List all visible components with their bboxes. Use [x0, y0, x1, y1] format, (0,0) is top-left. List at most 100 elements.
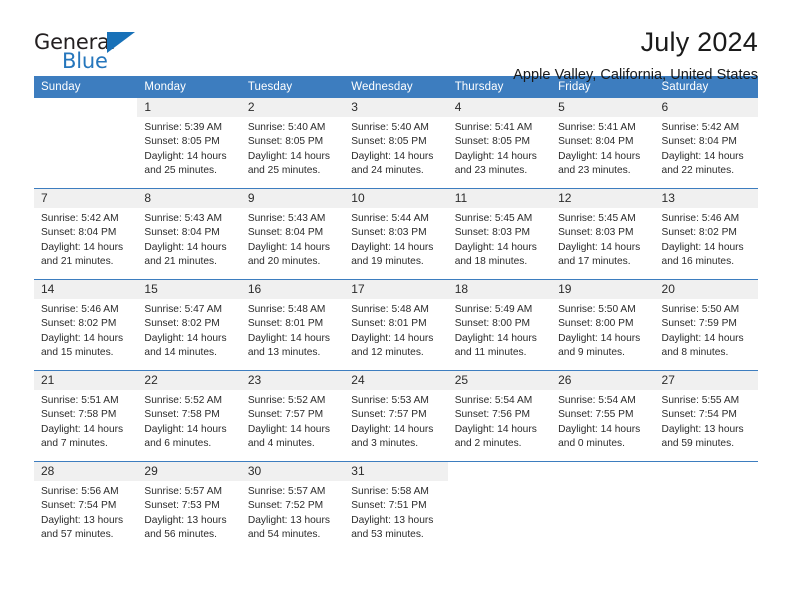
- calendar-day-cell[interactable]: 23 Sunrise: 5:52 AM Sunset: 7:57 PM Dayligh…: [240, 370, 345, 462]
- calendar-day-cell: [447, 461, 552, 552]
- sunset-text: Sunset: 8:01 PM: [247, 318, 324, 330]
- calendar-day-cell[interactable]: 19 Sunrise: 5:50 AM Sunset: 8:00 PM Dayligh…: [551, 279, 655, 371]
- calendar-day-cell[interactable]: 22 Sunrise: 5:52 AM Sunset: 7:58 PM Dayligh…: [137, 370, 241, 462]
- daylight-text: Daylight: 14 hours and 13 minutes.: [247, 332, 330, 359]
- day-cell-content: [551, 462, 654, 552]
- calendar-day-cell[interactable]: 25 Sunrise: 5:54 AM Sunset: 7:56 PM Dayligh…: [447, 370, 552, 462]
- daylight-text: Daylight: 14 hours and 24 minutes.: [351, 150, 434, 177]
- day-sun-info: Sunrise: 5:40 AM Sunset: 8:05 PM Daylight:…: [344, 117, 447, 179]
- calendar-day-cell[interactable]: 27 Sunrise: 5:55 AM Sunset: 7:54 PM Dayligh…: [654, 370, 758, 462]
- title-block: July 2024 Apple Valley, California, Unit…: [513, 27, 758, 83]
- day-cell-content: 24 Sunrise: 5:53 AM Sunset: 7:57 PM Dayligh…: [344, 371, 448, 461]
- calendar-day-cell[interactable]: 2 Sunrise: 5:40 AM Sunset: 8:05 PM Daylight…: [240, 98, 345, 189]
- calendar-day-cell[interactable]: 29 Sunrise: 5:57 AM Sunset: 7:53 PM Dayligh…: [137, 461, 241, 552]
- calendar-day-cell[interactable]: 12 Sunrise: 5:45 AM Sunset: 8:03 PM Dayligh…: [551, 188, 655, 280]
- calendar-body: 1 Sunrise: 5:39 AM Sunset: 8:05 PM Daylight…: [34, 98, 758, 552]
- sunrise-text: Sunrise: 5:45 AM: [558, 213, 636, 224]
- day-number: 13: [654, 189, 758, 208]
- day-number: 14: [34, 280, 138, 299]
- day-number: 22: [137, 371, 241, 390]
- day-cell-content: [655, 462, 758, 552]
- logo-triangle-icon: [107, 32, 135, 53]
- sunrise-text: Sunrise: 5:58 AM: [351, 486, 429, 497]
- daylight-text: Daylight: 14 hours and 16 minutes.: [661, 241, 744, 268]
- sunset-text: Sunset: 7:58 PM: [144, 409, 220, 421]
- calendar-day-cell[interactable]: 24 Sunrise: 5:53 AM Sunset: 7:57 PM Dayligh…: [344, 370, 448, 462]
- daylight-text: Daylight: 14 hours and 6 minutes.: [144, 423, 227, 450]
- calendar-day-cell[interactable]: 17 Sunrise: 5:48 AM Sunset: 8:01 PM Dayligh…: [344, 279, 448, 371]
- calendar-day-cell[interactable]: 31 Sunrise: 5:58 AM Sunset: 7:51 PM Dayligh…: [344, 461, 448, 552]
- sunrise-text: Sunrise: 5:43 AM: [144, 213, 223, 224]
- day-cell-content: 10 Sunrise: 5:44 AM Sunset: 8:03 PM Dayligh…: [344, 189, 448, 279]
- day-number: 17: [344, 280, 448, 299]
- sunrise-text: Sunrise: 5:52 AM: [247, 395, 326, 406]
- general-blue-logo[interactable]: General Blue: [34, 28, 144, 76]
- day-number: 26: [551, 371, 655, 390]
- sunset-text: Sunset: 8:02 PM: [661, 227, 737, 239]
- day-sun-info: Sunrise: 5:52 AM Sunset: 7:58 PM Daylight:…: [137, 390, 240, 452]
- day-number: 16: [240, 280, 345, 299]
- calendar-day-cell[interactable]: 18 Sunrise: 5:49 AM Sunset: 8:00 PM Dayligh…: [447, 279, 552, 371]
- daylight-text: Daylight: 14 hours and 25 minutes.: [247, 150, 330, 177]
- calendar-day-cell[interactable]: 4 Sunrise: 5:41 AM Sunset: 8:05 PM Daylight…: [447, 98, 552, 189]
- day-sun-info: Sunrise: 5:52 AM Sunset: 7:57 PM Daylight:…: [241, 390, 344, 452]
- calendar-day-cell[interactable]: 21 Sunrise: 5:51 AM Sunset: 7:58 PM Dayligh…: [34, 370, 138, 462]
- sunset-text: Sunset: 8:04 PM: [247, 227, 324, 239]
- day-number: 5: [551, 98, 655, 117]
- weekday-header-sunday: Sunday: [34, 76, 138, 98]
- calendar-day-cell[interactable]: 1 Sunrise: 5:39 AM Sunset: 8:05 PM Daylight…: [137, 98, 241, 189]
- daylight-text: Daylight: 14 hours and 23 minutes.: [454, 150, 537, 177]
- sunrise-text: Sunrise: 5:57 AM: [247, 486, 326, 497]
- calendar-week-row: 14 Sunrise: 5:46 AM Sunset: 8:02 PM Dayligh…: [34, 279, 758, 371]
- calendar-day-cell[interactable]: 14 Sunrise: 5:46 AM Sunset: 8:02 PM Dayligh…: [34, 279, 138, 371]
- day-sun-info: Sunrise: 5:48 AM Sunset: 8:01 PM Daylight:…: [344, 299, 447, 361]
- calendar-day-cell[interactable]: 8 Sunrise: 5:43 AM Sunset: 8:04 PM Daylight…: [137, 188, 241, 280]
- day-cell-content: [34, 98, 137, 188]
- daylight-text: Daylight: 14 hours and 25 minutes.: [144, 150, 227, 177]
- calendar-day-cell[interactable]: 26 Sunrise: 5:54 AM Sunset: 7:55 PM Dayligh…: [551, 370, 655, 462]
- day-cell-content: 23 Sunrise: 5:52 AM Sunset: 7:57 PM Dayligh…: [240, 371, 345, 461]
- sunset-text: Sunset: 7:55 PM: [558, 409, 634, 421]
- sunset-text: Sunset: 7:52 PM: [247, 500, 324, 512]
- day-number: 11: [447, 189, 552, 208]
- day-number: 29: [137, 462, 241, 481]
- calendar-day-cell[interactable]: 9 Sunrise: 5:43 AM Sunset: 8:04 PM Daylight…: [240, 188, 345, 280]
- calendar-day-cell[interactable]: 30 Sunrise: 5:57 AM Sunset: 7:52 PM Dayligh…: [240, 461, 345, 552]
- day-cell-content: 27 Sunrise: 5:55 AM Sunset: 7:54 PM Dayligh…: [654, 371, 758, 461]
- sunset-text: Sunset: 7:54 PM: [661, 409, 737, 421]
- calendar-day-cell[interactable]: 3 Sunrise: 5:40 AM Sunset: 8:05 PM Daylight…: [344, 98, 448, 189]
- daylight-text: Daylight: 14 hours and 12 minutes.: [351, 332, 434, 359]
- day-sun-info: Sunrise: 5:55 AM Sunset: 7:54 PM Daylight:…: [655, 390, 758, 452]
- day-cell-content: 30 Sunrise: 5:57 AM Sunset: 7:52 PM Dayligh…: [240, 462, 345, 552]
- calendar-day-cell[interactable]: 28 Sunrise: 5:56 AM Sunset: 7:54 PM Dayligh…: [34, 461, 138, 552]
- day-cell-content: 18 Sunrise: 5:49 AM Sunset: 8:00 PM Dayligh…: [447, 280, 552, 370]
- daylight-text: Daylight: 13 hours and 56 minutes.: [144, 514, 227, 541]
- sunset-text: Sunset: 8:02 PM: [41, 318, 117, 330]
- sunset-text: Sunset: 8:02 PM: [144, 318, 220, 330]
- page-subtitle: Apple Valley, California, United States: [513, 66, 758, 83]
- day-number: 28: [34, 462, 138, 481]
- day-sun-info: Sunrise: 5:48 AM Sunset: 8:01 PM Daylight:…: [241, 299, 344, 361]
- calendar-day-cell: [654, 461, 758, 552]
- day-sun-info: Sunrise: 5:41 AM Sunset: 8:05 PM Daylight:…: [448, 117, 551, 179]
- calendar-day-cell[interactable]: 11 Sunrise: 5:45 AM Sunset: 8:03 PM Dayligh…: [447, 188, 552, 280]
- sunrise-text: Sunrise: 5:45 AM: [454, 213, 533, 224]
- day-number: 3: [344, 98, 448, 117]
- sunset-text: Sunset: 8:05 PM: [247, 136, 324, 148]
- sunrise-text: Sunrise: 5:43 AM: [247, 213, 326, 224]
- day-sun-info: Sunrise: 5:49 AM Sunset: 8:00 PM Daylight:…: [448, 299, 551, 361]
- day-cell-content: 8 Sunrise: 5:43 AM Sunset: 8:04 PM Daylight…: [137, 189, 241, 279]
- calendar-day-cell[interactable]: 5 Sunrise: 5:41 AM Sunset: 8:04 PM Daylight…: [551, 98, 655, 189]
- day-cell-content: 17 Sunrise: 5:48 AM Sunset: 8:01 PM Dayligh…: [344, 280, 448, 370]
- calendar-day-cell[interactable]: 10 Sunrise: 5:44 AM Sunset: 8:03 PM Dayligh…: [344, 188, 448, 280]
- calendar-day-cell[interactable]: 13 Sunrise: 5:46 AM Sunset: 8:02 PM Dayligh…: [654, 188, 758, 280]
- calendar-day-cell[interactable]: 16 Sunrise: 5:48 AM Sunset: 8:01 PM Dayligh…: [240, 279, 345, 371]
- calendar-day-cell[interactable]: 15 Sunrise: 5:47 AM Sunset: 8:02 PM Dayligh…: [137, 279, 241, 371]
- calendar-table: Sunday Monday Tuesday Wednesday Thursday Frid…: [34, 76, 758, 552]
- calendar-day-cell[interactable]: 6 Sunrise: 5:42 AM Sunset: 8:04 PM Daylight…: [654, 98, 758, 189]
- day-number: [448, 462, 551, 481]
- calendar-day-cell[interactable]: 7 Sunrise: 5:42 AM Sunset: 8:04 PM Daylight…: [34, 188, 138, 280]
- sunset-text: Sunset: 8:04 PM: [558, 136, 634, 148]
- calendar-day-cell[interactable]: 20 Sunrise: 5:50 AM Sunset: 7:59 PM Dayligh…: [654, 279, 758, 371]
- page-header: General Blue July 2024 Apple Valley, Cal…: [34, 0, 758, 82]
